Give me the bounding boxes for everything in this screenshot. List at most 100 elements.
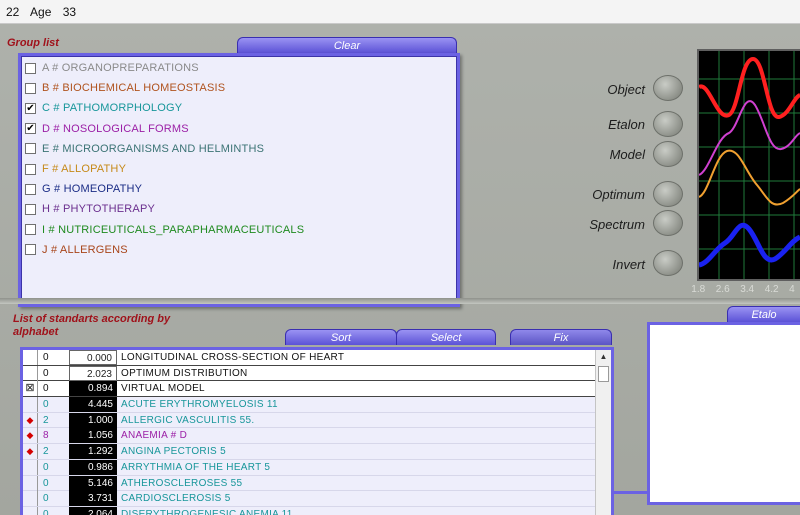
row-marker[interactable] xyxy=(23,491,37,506)
object-button[interactable] xyxy=(653,75,683,101)
group-list-item[interactable]: J # ALLERGENS xyxy=(21,240,457,260)
group-item-label: B # BIOCHEMICAL HOMEOSTASIS xyxy=(42,82,226,95)
group-list-item[interactable]: F # ALLOPATHY xyxy=(21,159,457,179)
standards-label-line1: List of standarts according by xyxy=(13,313,171,325)
model-label: Model xyxy=(609,147,645,162)
row-value: 1.292 xyxy=(69,444,117,460)
optimum-button[interactable] xyxy=(653,181,683,207)
group-item-label: I # NUTRICEUTICALS_PARAPHARMACEUTICALS xyxy=(42,223,305,236)
row-value: 0.986 xyxy=(69,459,117,475)
group-item-label: G # HOMEOPATHY xyxy=(42,183,143,196)
scroll-up-icon[interactable]: ▲ xyxy=(596,350,611,364)
group-list-item[interactable]: H # PHYTOTHERAPY xyxy=(21,199,457,219)
row-value: 1.056 xyxy=(69,428,117,444)
object-label: Object xyxy=(607,82,645,97)
group-item-label: F # ALLOPATHY xyxy=(42,163,127,176)
table-row[interactable]: ⊠ 0 0.894 VIRTUAL MODEL xyxy=(23,381,611,398)
scroll-thumb[interactable] xyxy=(598,366,609,382)
group-item-label: D # NOSOLOGICAL FORMS xyxy=(42,122,189,135)
spectrum-button[interactable] xyxy=(653,210,683,236)
row-value: 2.023 xyxy=(69,365,117,381)
table-row[interactable]: 0 2.064 DISERYTHROGENESIC ANEMIA 11 xyxy=(23,506,611,515)
age-label: Age xyxy=(30,5,52,19)
row-marker[interactable] xyxy=(23,476,37,491)
group-checkbox[interactable] xyxy=(25,62,36,74)
etalon-button[interactable] xyxy=(653,111,683,137)
row-name: ANGINA PECTORIS 5 xyxy=(121,446,226,458)
row-count: 0 xyxy=(37,506,67,515)
clear-tab[interactable]: Clear xyxy=(237,37,457,53)
group-list-panel: A # ORGANOPREPARATIONS B # BIOCHEMICAL HO… xyxy=(18,53,460,307)
age-value: 33 xyxy=(62,5,77,19)
invert-button[interactable] xyxy=(653,250,683,276)
etalon-tab[interactable]: Etalo xyxy=(727,306,800,322)
select-tab[interactable]: Select xyxy=(396,329,496,345)
row-count: 0 xyxy=(37,350,67,365)
group-checkbox[interactable] xyxy=(25,82,36,94)
group-item-label: J # ALLERGENS xyxy=(42,243,128,256)
table-row[interactable]: ◆ 2 1.000 ALLERGIC VASCULITIS 55. xyxy=(23,412,611,429)
row-marker[interactable]: ⊠ xyxy=(23,381,37,396)
group-checkbox[interactable] xyxy=(25,203,36,215)
row-marker[interactable]: ◆ xyxy=(23,444,37,459)
group-checkbox[interactable] xyxy=(25,224,36,236)
axis-tick-label: 4.2 xyxy=(764,284,779,295)
model-button[interactable] xyxy=(653,141,683,167)
spectrum-label: Spectrum xyxy=(589,217,645,232)
row-value: 2.064 xyxy=(69,506,117,515)
axis-tick-label: 2.6 xyxy=(715,284,730,295)
row-count: 0 xyxy=(37,397,67,413)
table-row[interactable]: ◆ 8 1.056 ANAEMIA # D xyxy=(23,428,611,445)
row-marker[interactable] xyxy=(23,350,37,365)
group-list-item[interactable]: G # HOMEOPATHY xyxy=(21,179,457,199)
row-name: ANAEMIA # D xyxy=(121,430,188,442)
fix-tab[interactable]: Fix xyxy=(510,329,612,345)
group-checkbox[interactable] xyxy=(25,183,36,195)
section-divider[interactable] xyxy=(0,298,800,304)
group-checkbox[interactable] xyxy=(25,244,36,256)
sort-tab[interactable]: Sort xyxy=(285,329,397,345)
group-list-item[interactable]: ✔ C # PATHOMORPHOLOGY xyxy=(21,98,457,118)
row-marker[interactable] xyxy=(23,397,37,412)
group-checkbox[interactable]: ✔ xyxy=(25,102,36,114)
row-value: 3.731 xyxy=(69,491,117,507)
table-row[interactable]: 0 3.731 CARDIOSCLEROSIS 5 xyxy=(23,491,611,507)
table-row[interactable]: 0 0.986 ARRYTHMIA OF THE HEART 5 xyxy=(23,459,611,476)
standards-scrollbar[interactable]: ▲ xyxy=(595,350,611,515)
row-marker[interactable]: ◆ xyxy=(23,428,37,443)
group-checkbox[interactable]: ✔ xyxy=(25,123,36,135)
title-bar: 22 Age 33 xyxy=(0,0,800,24)
row-name: ARRYTHMIA OF THE HEART 5 xyxy=(121,461,271,473)
group-list-item[interactable]: ✔ D # NOSOLOGICAL FORMS xyxy=(21,119,457,139)
row-marker[interactable] xyxy=(23,366,37,381)
waveform-axis-ticks: 1.8 2.6 3.4 4.2 4 xyxy=(686,284,800,295)
row-name: ACUTE ERYTHROMYELOSIS 11 xyxy=(121,399,278,411)
invert-label: Invert xyxy=(612,257,645,272)
group-list-item[interactable]: B # BIOCHEMICAL HOMEOSTASIS xyxy=(21,78,457,98)
standards-rows: 0 0.000 LONGITUDINAL CROSS-SECTION OF HEAR… xyxy=(23,350,611,515)
row-count: 8 xyxy=(37,428,67,444)
row-marker[interactable] xyxy=(23,460,37,475)
group-checkbox[interactable] xyxy=(25,163,36,175)
table-row[interactable]: 0 2.023 OPTIMUM DISTRIBUTION xyxy=(23,365,611,382)
group-list-item[interactable]: E # MICROORGANISMS AND HELMINTHS xyxy=(21,139,457,159)
row-marker[interactable]: ◆ xyxy=(23,413,37,428)
table-row[interactable]: 0 5.146 ATHEROSCLEROSES 55 xyxy=(23,475,611,492)
table-row[interactable]: 0 4.445 ACUTE ERYTHROMYELOSIS 11 xyxy=(23,397,611,413)
row-count: 0 xyxy=(37,381,67,397)
row-count: 2 xyxy=(37,412,67,428)
row-marker[interactable] xyxy=(23,507,37,515)
group-list-label: Group list xyxy=(7,37,59,49)
group-list-item[interactable]: I # NUTRICEUTICALS_PARAPHARMACEUTICALS xyxy=(21,220,457,240)
row-value: 5.146 xyxy=(69,475,117,491)
axis-tick-label: 1.8 xyxy=(691,284,706,295)
group-checkbox[interactable] xyxy=(25,143,36,155)
axis-tick-label: 3.4 xyxy=(740,284,755,295)
row-value: 1.000 xyxy=(69,412,117,428)
row-value: 0.000 xyxy=(69,350,117,365)
group-item-label: E # MICROORGANISMS AND HELMINTHS xyxy=(42,142,265,155)
row-name: ATHEROSCLEROSES 55 xyxy=(121,477,243,489)
table-row[interactable]: ◆ 2 1.292 ANGINA PECTORIS 5 xyxy=(23,444,611,460)
table-row[interactable]: 0 0.000 LONGITUDINAL CROSS-SECTION OF HEAR… xyxy=(23,350,611,366)
group-list-item[interactable]: A # ORGANOPREPARATIONS xyxy=(21,58,457,78)
